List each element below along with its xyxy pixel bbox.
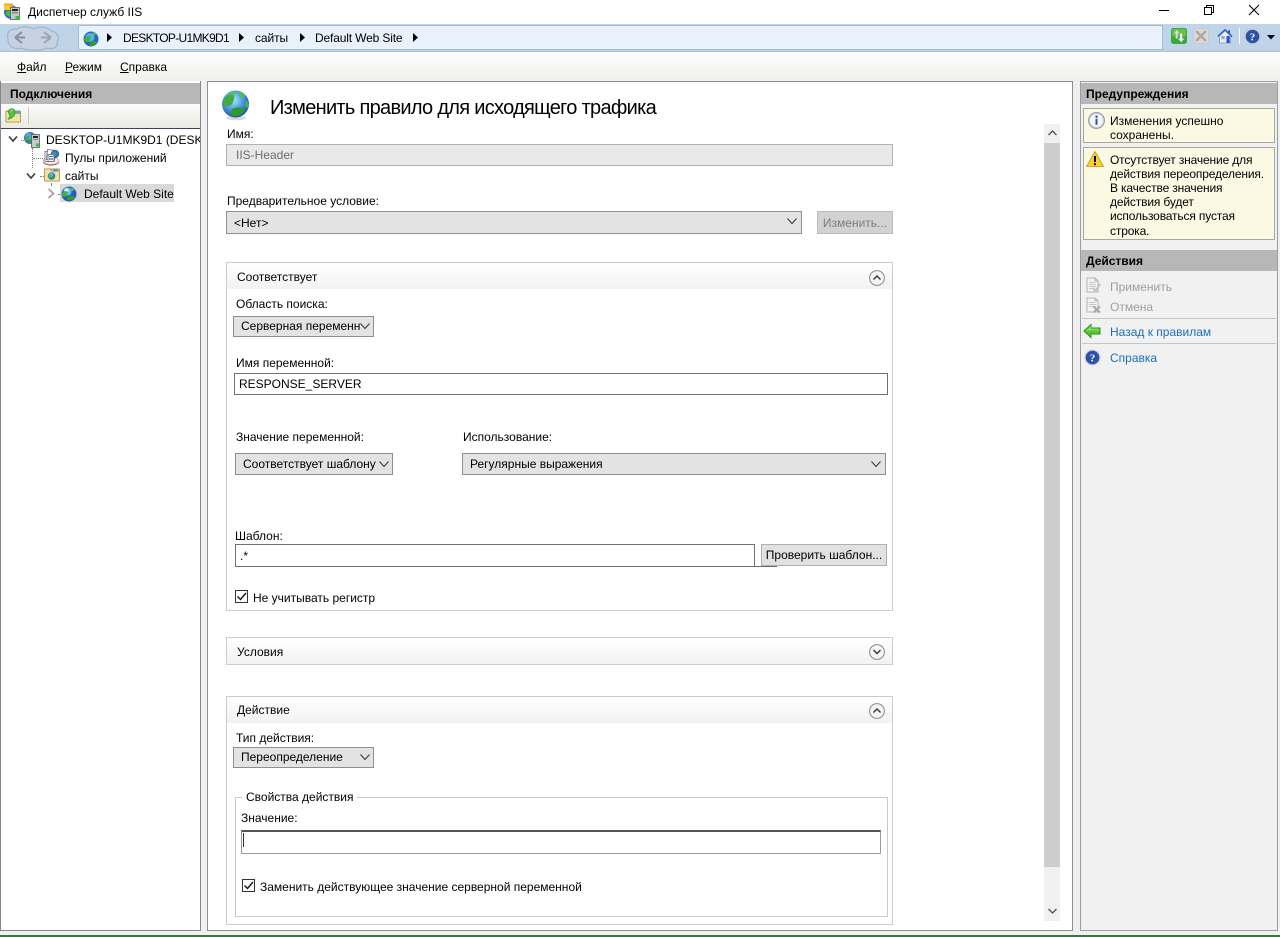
svg-text:?: ? bbox=[1250, 32, 1256, 44]
svg-text:?: ? bbox=[1090, 353, 1096, 365]
